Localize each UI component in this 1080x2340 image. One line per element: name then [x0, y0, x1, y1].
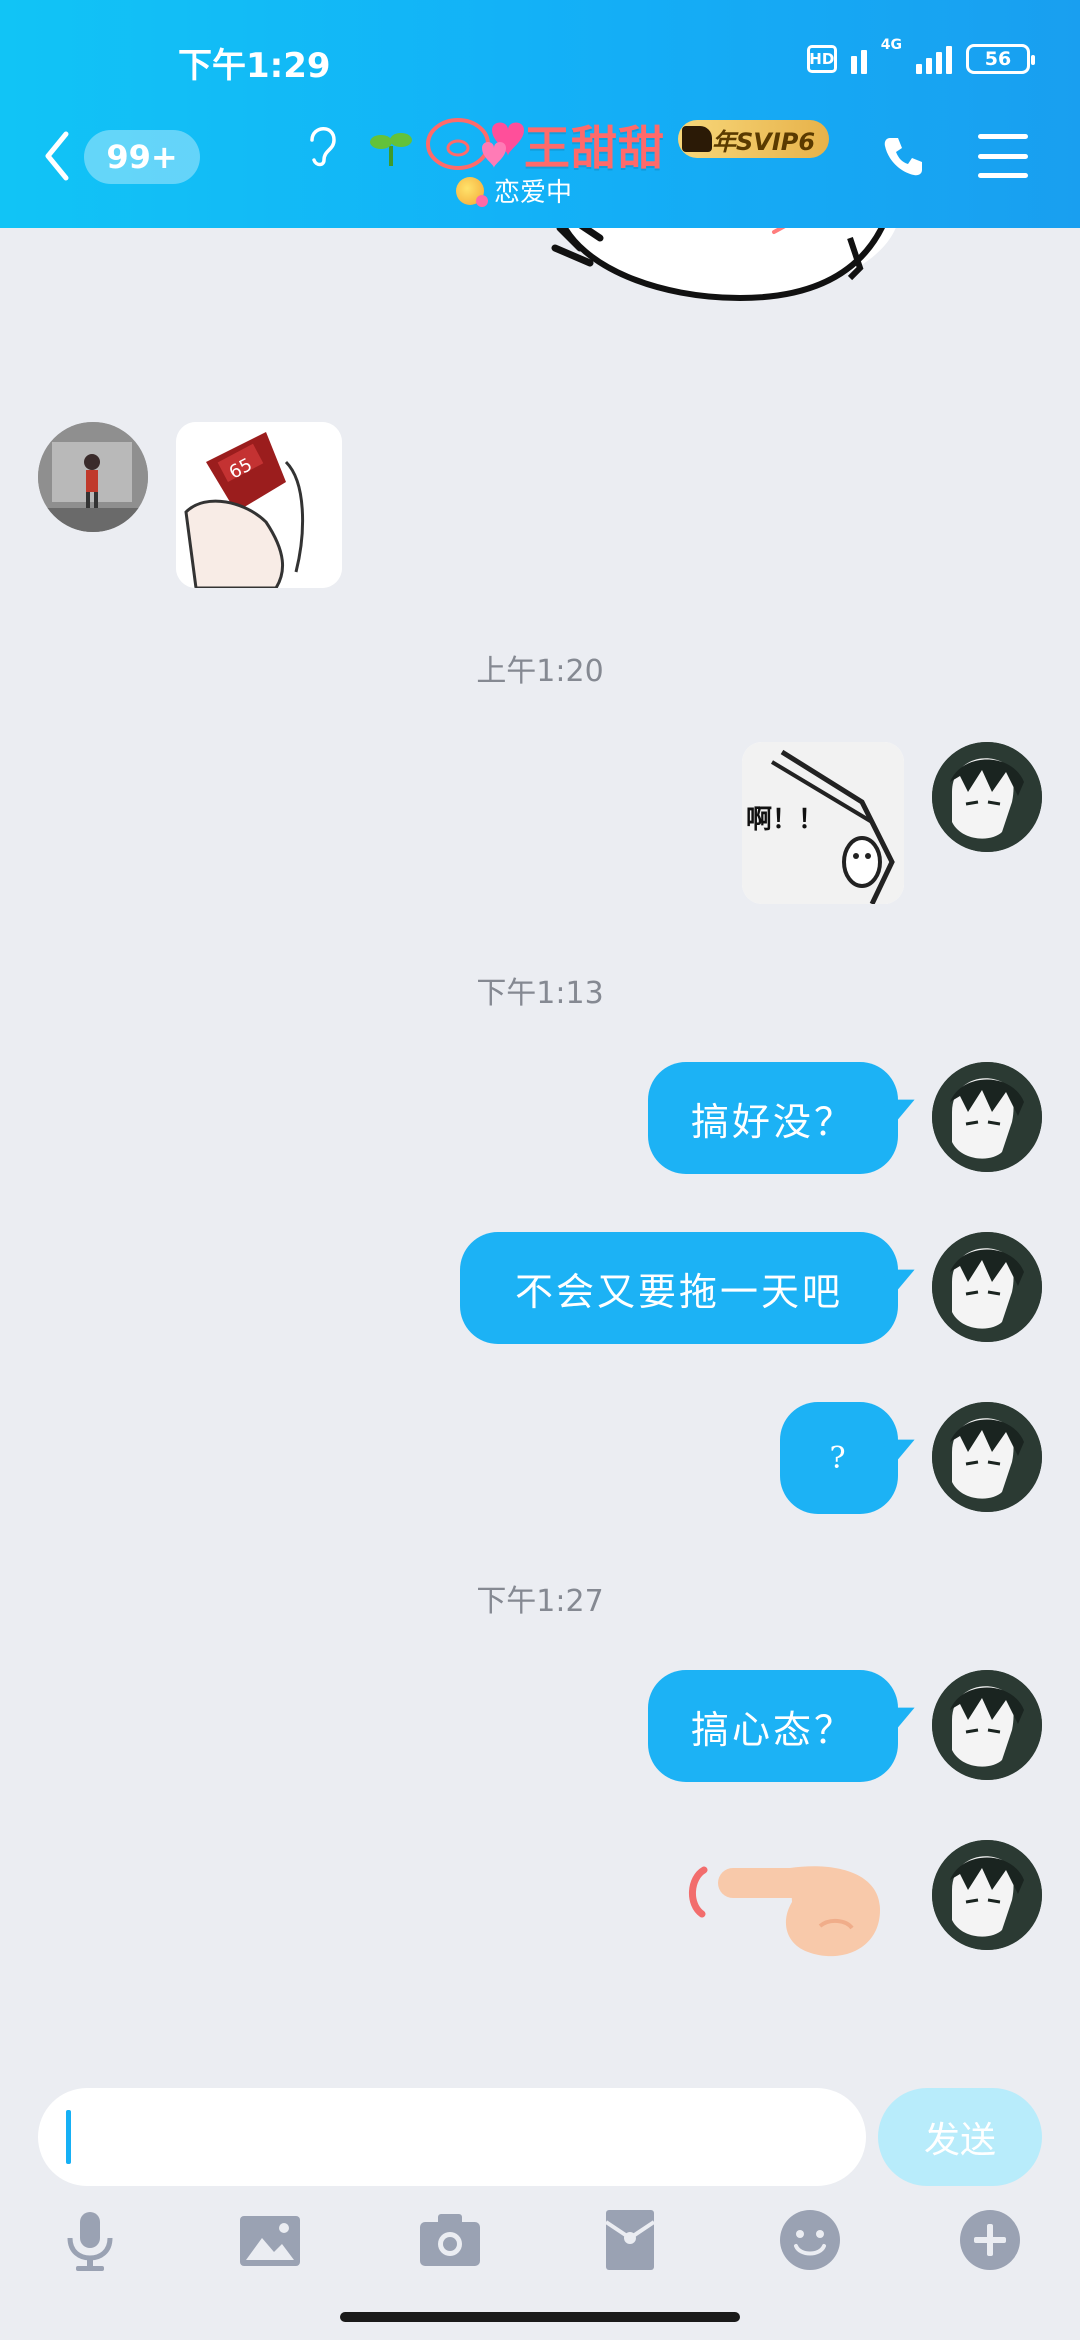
- message-bubble[interactable]: 搞好没？: [648, 1062, 898, 1174]
- sticker-message[interactable]: [540, 228, 900, 368]
- status-time: 下午1:29: [178, 46, 331, 86]
- camera-icon[interactable]: [418, 2208, 482, 2272]
- message-bubble[interactable]: ?: [780, 1402, 898, 1514]
- timestamp: 下午1:27: [476, 1584, 604, 1619]
- send-button[interactable]: 发送: [878, 2088, 1042, 2186]
- sticker-caption: 啊！！: [746, 805, 824, 835]
- sticker-message[interactable]: 啊！！: [742, 742, 904, 904]
- image-icon[interactable]: [238, 2208, 302, 2272]
- sprout-icon: [370, 133, 412, 166]
- pig-icon: [426, 118, 524, 170]
- poke-finger-icon[interactable]: [680, 1848, 890, 1968]
- sticker-message[interactable]: 65: [176, 422, 342, 588]
- timestamp: 下午1:13: [476, 976, 604, 1011]
- back-icon[interactable]: [42, 128, 72, 184]
- text-caret: [66, 2110, 71, 2164]
- home-indicator[interactable]: [340, 2312, 740, 2322]
- message-bubble[interactable]: 不会又要拖一天吧: [460, 1232, 898, 1344]
- unread-badge[interactable]: 99+: [84, 130, 200, 184]
- signal-bars-icon: [916, 44, 952, 74]
- subtitle-text: 恋爱中: [494, 178, 573, 208]
- message-bubble[interactable]: 搞心态？: [648, 1670, 898, 1782]
- phone-icon[interactable]: [880, 132, 928, 180]
- chat-toolbar: [0, 2200, 1080, 2290]
- my-avatar[interactable]: [932, 1840, 1042, 1950]
- message-input[interactable]: [38, 2088, 866, 2186]
- svip-label: 年SVIP6: [712, 127, 816, 156]
- mic-icon[interactable]: [58, 2208, 122, 2272]
- chat-area[interactable]: 65 上午1:20 啊！！ 下午1:13 搞好没？ 不会又要拖一天吧 ? 下午1…: [0, 228, 1080, 2088]
- menu-icon[interactable]: [978, 134, 1028, 178]
- contact-avatar[interactable]: [38, 422, 148, 532]
- hd-icon: HD: [806, 45, 837, 73]
- network-type: 4G: [880, 37, 902, 53]
- status-emoji-icon: [456, 176, 488, 207]
- crown-icon: [682, 126, 712, 152]
- battery-icon: 56: [966, 44, 1035, 74]
- signal-icon: [850, 44, 867, 74]
- plus-icon[interactable]: [958, 2208, 1022, 2272]
- red-packet-icon[interactable]: [598, 2208, 662, 2272]
- input-bar: 发送: [0, 2088, 1080, 2188]
- contact-name[interactable]: 王甜甜: [524, 112, 665, 178]
- my-avatar[interactable]: [932, 1062, 1042, 1172]
- chat-header: 下午1:29 HD 4G 56 99+ 王甜甜 年SVIP6 恋爱中: [0, 0, 1080, 228]
- my-avatar[interactable]: [932, 742, 1042, 852]
- svip-badge: 年SVIP6: [678, 120, 830, 158]
- status-icons: HD 4G 56: [806, 37, 1035, 74]
- timestamp: 上午1:20: [476, 654, 604, 689]
- ear-icon[interactable]: [304, 120, 340, 168]
- my-avatar[interactable]: [932, 1402, 1042, 1512]
- my-avatar[interactable]: [932, 1670, 1042, 1780]
- emoji-icon[interactable]: [778, 2208, 842, 2272]
- relationship-status: 恋爱中: [456, 172, 572, 209]
- my-avatar[interactable]: [932, 1232, 1042, 1342]
